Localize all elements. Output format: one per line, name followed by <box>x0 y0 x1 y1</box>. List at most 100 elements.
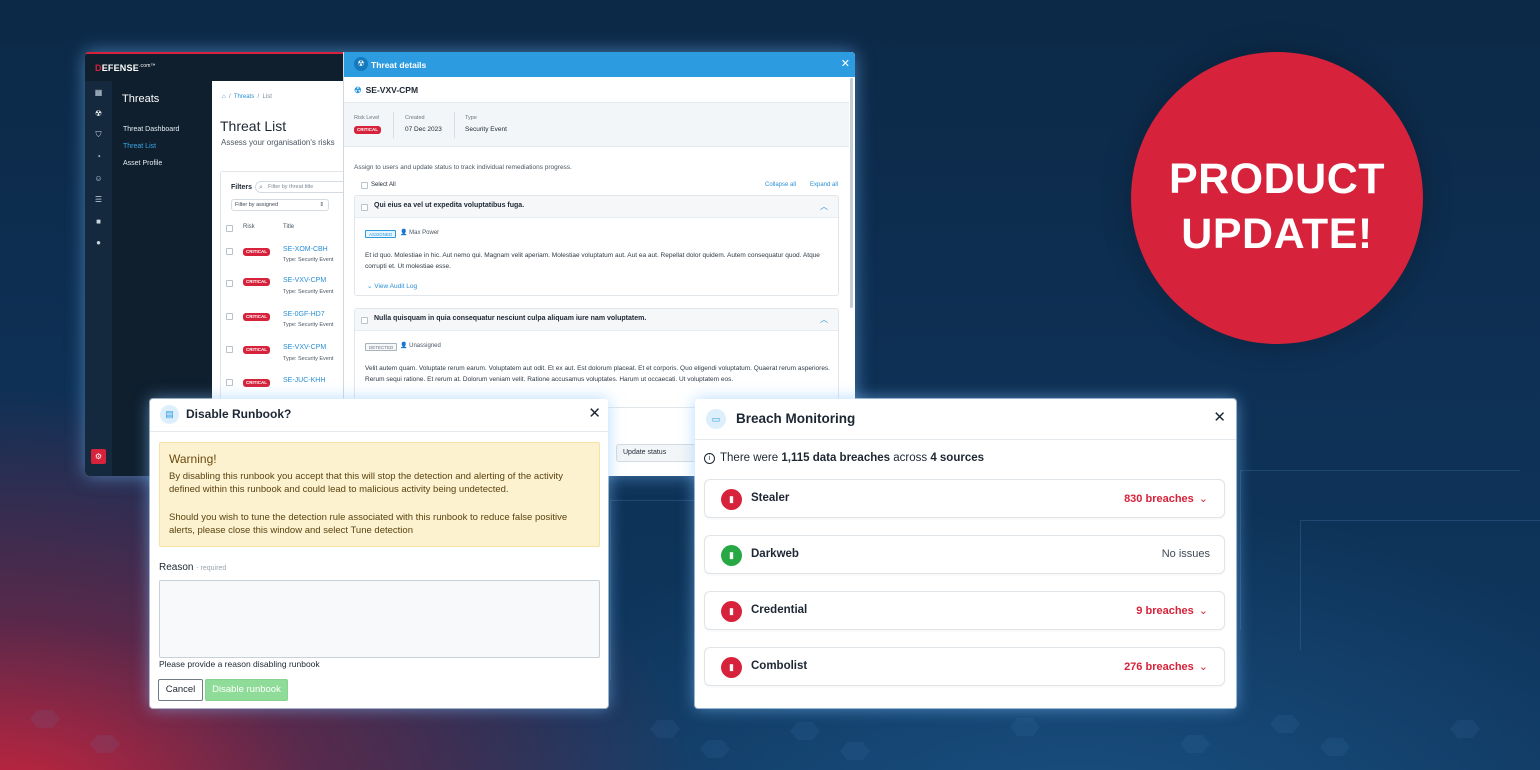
breach-source-row[interactable]: ▮ Stealer 830 breaches ⌄ <box>704 479 1225 518</box>
app-topbar: DEFENSE.com™ <box>85 52 345 81</box>
warning-box: Warning! By disabling this runbook you a… <box>159 442 600 547</box>
search-placeholder: Filter by threat title <box>268 184 314 190</box>
select-all-checkbox[interactable] <box>361 182 368 189</box>
row-checkbox[interactable] <box>226 346 233 353</box>
nav-item-threat-list[interactable]: Threat List <box>123 143 156 150</box>
close-icon[interactable]: ✕ <box>841 57 850 70</box>
assignee[interactable]: 👤 Max Power <box>400 229 439 236</box>
shield-icon[interactable]: ⛉ <box>94 131 103 139</box>
threat-id-link[interactable]: SE-XOM-CBH <box>283 246 328 253</box>
users-icon[interactable]: ☺ <box>94 175 103 183</box>
risk-badge: CRITICAL <box>243 346 270 354</box>
gauge-icon[interactable]: ◔ <box>94 153 103 161</box>
chevron-up-icon[interactable]: ︿ <box>820 314 828 325</box>
risk-badge: CRITICAL <box>243 248 270 256</box>
row-checkbox[interactable] <box>226 313 233 320</box>
chat-icon[interactable]: ● <box>94 239 103 247</box>
brand-logo[interactable]: DEFENSE.com™ <box>95 63 156 73</box>
risk-badge: CRITICAL <box>243 313 270 321</box>
document-icon: ▮ <box>721 489 742 510</box>
list-icon[interactable]: ☰ <box>94 196 103 204</box>
page-subtitle: Assess your organisation's risks <box>221 138 335 147</box>
breach-source-row[interactable]: ▮ Combolist 276 breaches ⌄ <box>704 647 1225 686</box>
remediation-item: Qui eius ea vel ut expedita voluptatibus… <box>354 195 839 296</box>
status-badge[interactable]: DETECTED <box>365 343 398 351</box>
chevron-down-icon: ⇕ <box>319 202 324 208</box>
reason-textarea[interactable] <box>159 580 600 658</box>
source-name: Stealer <box>751 492 790 504</box>
grid-icon[interactable]: ■ <box>94 218 103 226</box>
disable-runbook-button[interactable]: Disable runbook <box>205 679 288 701</box>
radiation-icon[interactable]: ☢ <box>94 110 103 118</box>
select-all-checkbox[interactable] <box>226 225 233 232</box>
home-icon[interactable]: ⌂ <box>222 94 226 100</box>
dashboard-icon[interactable]: ▦ <box>94 89 103 97</box>
dialog-title: Disable Runbook? <box>186 407 292 421</box>
close-icon[interactable]: ✕ <box>1213 408 1226 426</box>
remediation-item-header[interactable]: Nulla quisquam in quia consequatur nesci… <box>355 309 838 331</box>
threat-details-title: Threat details <box>371 60 427 70</box>
threat-details-header: ☢ Threat details ✕ <box>344 52 855 77</box>
scrollbar[interactable] <box>850 78 853 308</box>
row-checkbox[interactable] <box>226 379 233 386</box>
remediation-checkbox[interactable] <box>361 317 368 324</box>
threat-meta: Risk Level CRITICAL Created 07 Dec 2023 … <box>344 102 849 147</box>
risk-badge: CRITICAL <box>354 126 381 134</box>
created-date: 07 Dec 2023 <box>405 126 442 133</box>
radiation-icon: ☢ <box>354 85 362 95</box>
breach-summary: i There were 1,115 data breaches across 4… <box>704 452 984 464</box>
nav-item-threat-dashboard[interactable]: Threat Dashboard <box>123 126 179 133</box>
icon-rail: ▦ ☢ ⛉ ◔ ☺ ☰ ■ ● ⚙ <box>85 81 112 476</box>
threat-id-link[interactable]: SE-0GF-HD7 <box>283 311 325 318</box>
assigned-filter-label: Filter by assigned <box>235 202 279 208</box>
cancel-button[interactable]: Cancel <box>158 679 203 701</box>
column-header-title[interactable]: Title <box>283 224 294 230</box>
column-header-risk[interactable]: Risk <box>243 224 255 230</box>
warning-text: Should you wish to tune the detection ru… <box>169 512 568 536</box>
circuit-line <box>1300 520 1540 650</box>
hex-shape <box>650 720 680 738</box>
reason-hint: Please provide a reason disabling runboo… <box>159 659 320 669</box>
breach-count[interactable]: 830 breaches ⌄ <box>1124 492 1208 505</box>
source-name: Credential <box>751 604 808 616</box>
threat-type: Type: Security Event <box>283 257 334 263</box>
document-icon: ▮ <box>721 657 742 678</box>
source-name: Darkweb <box>751 548 799 560</box>
breadcrumb-threats[interactable]: Threats <box>234 94 254 100</box>
view-audit-log-link[interactable]: ⌄ View Audit Log <box>367 282 417 290</box>
type-value: Security Event <box>465 126 507 133</box>
dialog-header: ▤ Disable Runbook? ✕ <box>150 399 608 432</box>
assigned-filter-select[interactable]: Filter by assigned ⇕ <box>231 199 329 211</box>
row-checkbox[interactable] <box>226 280 233 287</box>
row-checkbox[interactable] <box>226 248 233 255</box>
close-icon[interactable]: ✕ <box>588 404 601 422</box>
remediation-item-header[interactable]: Qui eius ea vel ut expedita voluptatibus… <box>355 196 838 218</box>
breach-source-row: ▮ Darkweb No issues <box>704 535 1225 574</box>
user-icon: 👤 <box>400 343 410 349</box>
threat-id-link[interactable]: SE-VXV-CPM <box>283 277 326 284</box>
expand-all-link[interactable]: Expand all <box>810 182 838 188</box>
breach-monitoring-dialog: ▭ Breach Monitoring ✕ i There were 1,115 … <box>695 399 1236 708</box>
remediation-item: Nulla quisquam in quia consequatur nesci… <box>354 308 839 408</box>
circuit-line <box>610 500 695 680</box>
settings-icon[interactable]: ⚙ <box>91 449 106 464</box>
chevron-up-icon[interactable]: ︿ <box>820 201 828 212</box>
chevron-down-icon: ⌄ <box>1198 605 1208 617</box>
hex-shape <box>1010 718 1040 736</box>
dialog-title: Breach Monitoring <box>736 411 856 426</box>
breach-count[interactable]: 9 breaches ⌄ <box>1136 604 1208 617</box>
nav-item-asset-profile[interactable]: Asset Profile <box>123 160 162 167</box>
breach-count[interactable]: 276 breaches ⌄ <box>1124 660 1208 673</box>
threat-search-input[interactable]: ⌕ Filter by threat title <box>255 181 355 193</box>
status-badge[interactable]: ASSIGNED <box>365 230 397 238</box>
hex-shape <box>790 722 820 740</box>
warning-title: Warning! <box>169 452 217 466</box>
threat-id-link[interactable]: SE-VXV-CPM <box>283 344 326 351</box>
assignee[interactable]: 👤 Unassigned <box>400 342 441 349</box>
select-all-label[interactable]: Select All <box>371 182 396 188</box>
risk-badge: CRITICAL <box>243 278 270 286</box>
breach-source-row[interactable]: ▮ Credential 9 breaches ⌄ <box>704 591 1225 630</box>
remediation-checkbox[interactable] <box>361 204 368 211</box>
collapse-all-link[interactable]: Collapse all <box>765 182 796 188</box>
threat-id-link[interactable]: SE-JUC-KHH <box>283 377 325 384</box>
